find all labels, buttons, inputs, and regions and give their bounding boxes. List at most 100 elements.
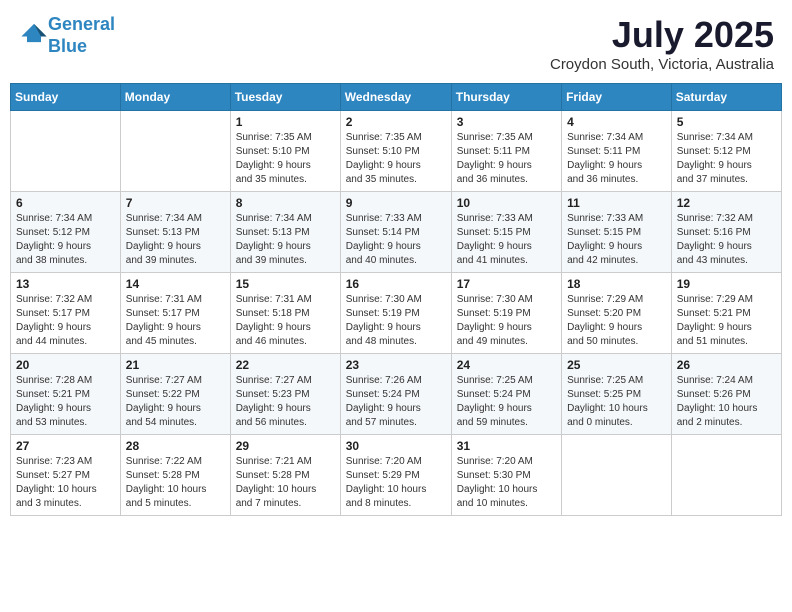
calendar-cell: 26 Sunrise: 7:24 AM Sunset: 5:26 PM Dayli… xyxy=(671,354,781,435)
day-number: 19 xyxy=(677,277,776,291)
calendar-cell: 31Sunrise: 7:20 AM Sunset: 5:30 PM Dayli… xyxy=(451,435,561,516)
calendar-cell: 30 Sunrise: 7:20 AM Sunset: 5:29 PM Dayli… xyxy=(340,435,451,516)
calendar-cell: 14Sunrise: 7:31 AM Sunset: 5:17 PM Dayli… xyxy=(120,273,230,354)
logo-text: General Blue xyxy=(48,14,115,57)
day-number: 15 xyxy=(236,277,335,291)
day-number: 3 xyxy=(457,115,556,129)
title-block: July 2025 Croydon South, Victoria, Austr… xyxy=(550,14,774,73)
calendar-week-2: 6 Sunrise: 7:34 AM Sunset: 5:12 PM Daylig… xyxy=(11,192,782,273)
day-detail: Sunrise: 7:25 AM Sunset: 5:25 PM Dayligh… xyxy=(567,374,666,430)
calendar-cell: 16 Sunrise: 7:30 AM Sunset: 5:19 PM Dayli… xyxy=(340,273,451,354)
day-detail: Sunrise: 7:35 AM Sunset: 5:10 PM Dayligh… xyxy=(346,131,446,187)
day-number: 11 xyxy=(567,196,666,210)
day-detail: Sunrise: 7:23 AM Sunset: 5:27 PM Dayligh… xyxy=(16,455,115,511)
logo-blue: Blue xyxy=(48,36,87,56)
logo-general: General xyxy=(48,14,115,34)
header-wednesday: Wednesday xyxy=(340,84,451,111)
calendar-cell: 17Sunrise: 7:30 AM Sunset: 5:19 PM Dayli… xyxy=(451,273,561,354)
calendar-cell: 22 Sunrise: 7:27 AM Sunset: 5:23 PM Dayli… xyxy=(230,354,340,435)
calendar-week-5: 27Sunrise: 7:23 AM Sunset: 5:27 PM Dayli… xyxy=(11,435,782,516)
day-detail: Sunrise: 7:25 AM Sunset: 5:24 PM Dayligh… xyxy=(457,374,556,430)
header-thursday: Thursday xyxy=(451,84,561,111)
calendar-cell xyxy=(11,111,121,192)
day-number: 24 xyxy=(457,358,556,372)
day-detail: Sunrise: 7:29 AM Sunset: 5:21 PM Dayligh… xyxy=(677,293,776,349)
calendar-cell: 3 Sunrise: 7:35 AM Sunset: 5:11 PM Daylig… xyxy=(451,111,561,192)
calendar-cell: 13Sunrise: 7:32 AM Sunset: 5:17 PM Dayli… xyxy=(11,273,121,354)
day-detail: Sunrise: 7:26 AM Sunset: 5:24 PM Dayligh… xyxy=(346,374,446,430)
day-detail: Sunrise: 7:31 AM Sunset: 5:18 PM Dayligh… xyxy=(236,293,335,349)
calendar-week-1: 1 Sunrise: 7:35 AM Sunset: 5:10 PM Daylig… xyxy=(11,111,782,192)
calendar-cell: 25 Sunrise: 7:25 AM Sunset: 5:25 PM Dayli… xyxy=(562,354,672,435)
day-number: 14 xyxy=(126,277,225,291)
header-tuesday: Tuesday xyxy=(230,84,340,111)
day-number: 1 xyxy=(236,115,335,129)
day-number: 5 xyxy=(677,115,776,129)
day-number: 29 xyxy=(236,439,335,453)
day-detail: Sunrise: 7:34 AM Sunset: 5:13 PM Dayligh… xyxy=(126,212,225,268)
logo-icon xyxy=(20,19,48,47)
calendar-cell xyxy=(671,435,781,516)
calendar-cell: 19 Sunrise: 7:29 AM Sunset: 5:21 PM Dayli… xyxy=(671,273,781,354)
calendar-cell: 15 Sunrise: 7:31 AM Sunset: 5:18 PM Dayli… xyxy=(230,273,340,354)
calendar-cell: 1Sunrise: 7:35 AM Sunset: 5:10 PM Daylig… xyxy=(230,111,340,192)
calendar-cell: 5 Sunrise: 7:34 AM Sunset: 5:12 PM Daylig… xyxy=(671,111,781,192)
calendar-table: SundayMondayTuesdayWednesdayThursdayFrid… xyxy=(10,83,782,516)
calendar-header-row: SundayMondayTuesdayWednesdayThursdayFrid… xyxy=(11,84,782,111)
calendar-cell: 10Sunrise: 7:33 AM Sunset: 5:15 PM Dayli… xyxy=(451,192,561,273)
day-detail: Sunrise: 7:34 AM Sunset: 5:13 PM Dayligh… xyxy=(236,212,335,268)
day-detail: Sunrise: 7:34 AM Sunset: 5:12 PM Dayligh… xyxy=(16,212,115,268)
calendar-cell: 29 Sunrise: 7:21 AM Sunset: 5:28 PM Dayli… xyxy=(230,435,340,516)
calendar-cell: 12 Sunrise: 7:32 AM Sunset: 5:16 PM Dayli… xyxy=(671,192,781,273)
day-detail: Sunrise: 7:20 AM Sunset: 5:29 PM Dayligh… xyxy=(346,455,446,511)
day-number: 20 xyxy=(16,358,115,372)
day-detail: Sunrise: 7:29 AM Sunset: 5:20 PM Dayligh… xyxy=(567,293,666,349)
day-detail: Sunrise: 7:35 AM Sunset: 5:11 PM Dayligh… xyxy=(457,131,556,187)
calendar-cell xyxy=(120,111,230,192)
day-number: 25 xyxy=(567,358,666,372)
day-detail: Sunrise: 7:33 AM Sunset: 5:15 PM Dayligh… xyxy=(567,212,666,268)
calendar-cell: 20 Sunrise: 7:28 AM Sunset: 5:21 PM Dayli… xyxy=(11,354,121,435)
day-detail: Sunrise: 7:24 AM Sunset: 5:26 PM Dayligh… xyxy=(677,374,776,430)
day-number: 28 xyxy=(126,439,225,453)
calendar-cell: 23Sunrise: 7:26 AM Sunset: 5:24 PM Dayli… xyxy=(340,354,451,435)
day-number: 21 xyxy=(126,358,225,372)
calendar-cell: 27Sunrise: 7:23 AM Sunset: 5:27 PM Dayli… xyxy=(11,435,121,516)
calendar-week-3: 13Sunrise: 7:32 AM Sunset: 5:17 PM Dayli… xyxy=(11,273,782,354)
day-number: 31 xyxy=(457,439,556,453)
day-detail: Sunrise: 7:34 AM Sunset: 5:11 PM Dayligh… xyxy=(567,131,666,187)
day-detail: Sunrise: 7:22 AM Sunset: 5:28 PM Dayligh… xyxy=(126,455,225,511)
day-detail: Sunrise: 7:21 AM Sunset: 5:28 PM Dayligh… xyxy=(236,455,335,511)
day-number: 26 xyxy=(677,358,776,372)
calendar-cell: 24 Sunrise: 7:25 AM Sunset: 5:24 PM Dayli… xyxy=(451,354,561,435)
day-number: 12 xyxy=(677,196,776,210)
calendar-cell: 21 Sunrise: 7:27 AM Sunset: 5:22 PM Dayli… xyxy=(120,354,230,435)
day-number: 2 xyxy=(346,115,446,129)
day-number: 6 xyxy=(16,196,115,210)
day-detail: Sunrise: 7:28 AM Sunset: 5:21 PM Dayligh… xyxy=(16,374,115,430)
calendar-cell: 4Sunrise: 7:34 AM Sunset: 5:11 PM Daylig… xyxy=(562,111,672,192)
day-detail: Sunrise: 7:27 AM Sunset: 5:22 PM Dayligh… xyxy=(126,374,225,430)
header-friday: Friday xyxy=(562,84,672,111)
day-detail: Sunrise: 7:34 AM Sunset: 5:12 PM Dayligh… xyxy=(677,131,776,187)
day-detail: Sunrise: 7:30 AM Sunset: 5:19 PM Dayligh… xyxy=(346,293,446,349)
calendar-cell: 8 Sunrise: 7:34 AM Sunset: 5:13 PM Daylig… xyxy=(230,192,340,273)
calendar-cell: 6 Sunrise: 7:34 AM Sunset: 5:12 PM Daylig… xyxy=(11,192,121,273)
day-number: 18 xyxy=(567,277,666,291)
day-number: 30 xyxy=(346,439,446,453)
day-number: 22 xyxy=(236,358,335,372)
day-number: 13 xyxy=(16,277,115,291)
calendar-cell xyxy=(562,435,672,516)
header-monday: Monday xyxy=(120,84,230,111)
calendar-cell: 9Sunrise: 7:33 AM Sunset: 5:14 PM Daylig… xyxy=(340,192,451,273)
day-detail: Sunrise: 7:33 AM Sunset: 5:15 PM Dayligh… xyxy=(457,212,556,268)
calendar-cell: 11 Sunrise: 7:33 AM Sunset: 5:15 PM Dayli… xyxy=(562,192,672,273)
day-detail: Sunrise: 7:32 AM Sunset: 5:16 PM Dayligh… xyxy=(677,212,776,268)
calendar-week-4: 20 Sunrise: 7:28 AM Sunset: 5:21 PM Dayli… xyxy=(11,354,782,435)
location-subtitle: Croydon South, Victoria, Australia xyxy=(550,56,774,73)
calendar-cell: 18 Sunrise: 7:29 AM Sunset: 5:20 PM Dayli… xyxy=(562,273,672,354)
day-number: 8 xyxy=(236,196,335,210)
day-detail: Sunrise: 7:30 AM Sunset: 5:19 PM Dayligh… xyxy=(457,293,556,349)
day-number: 16 xyxy=(346,277,446,291)
day-detail: Sunrise: 7:27 AM Sunset: 5:23 PM Dayligh… xyxy=(236,374,335,430)
